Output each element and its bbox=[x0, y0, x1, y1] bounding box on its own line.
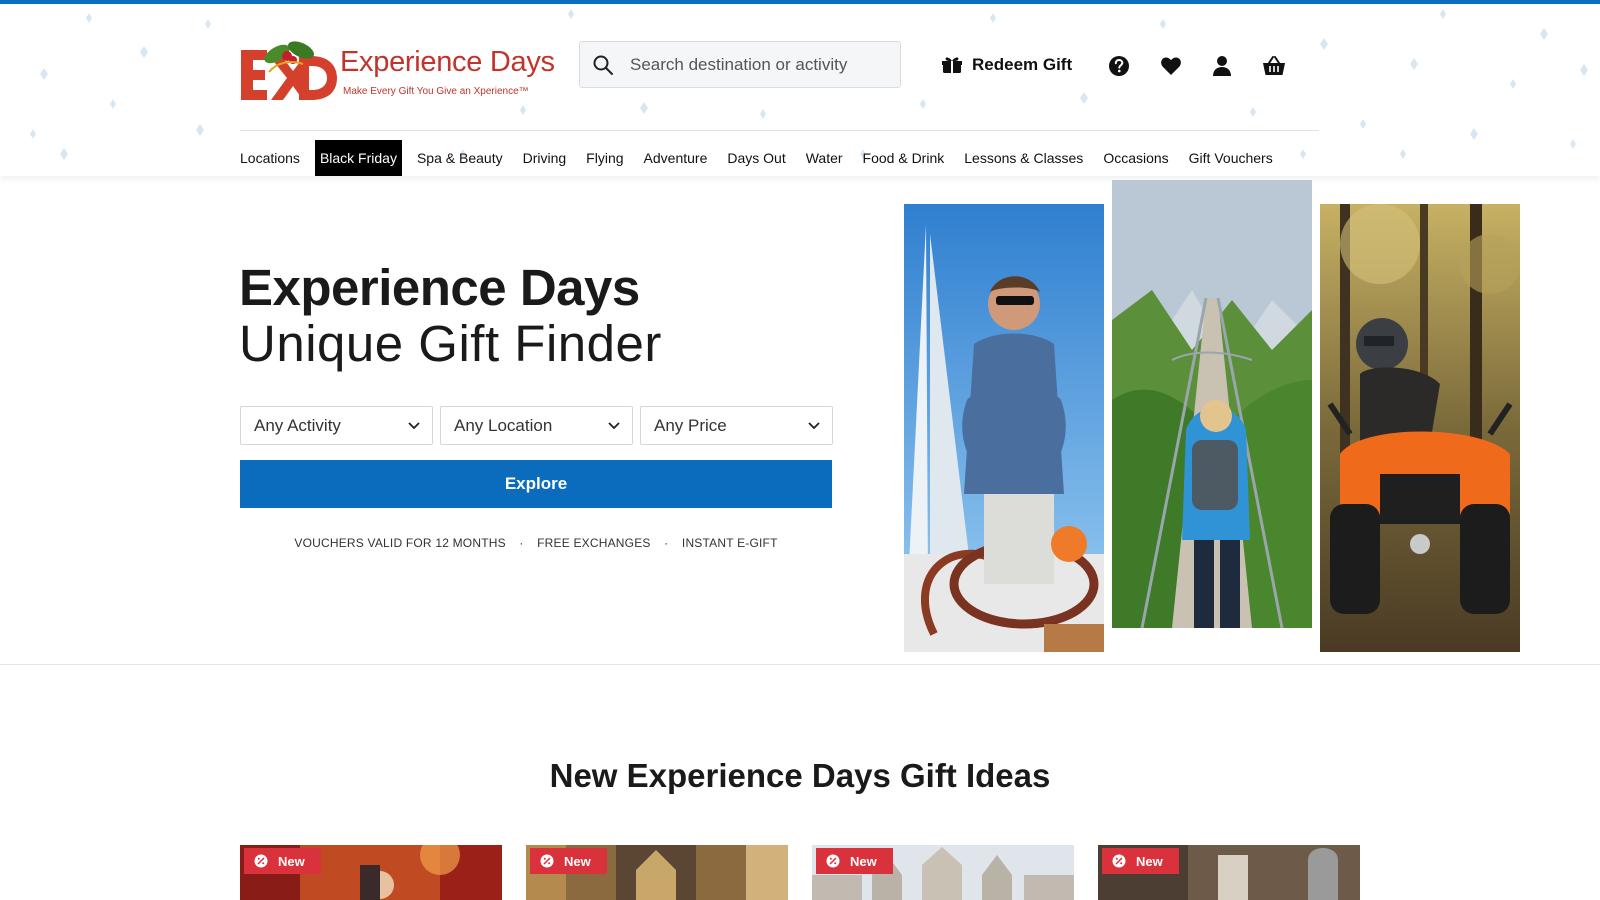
nav-item-driving[interactable]: Driving bbox=[518, 140, 572, 176]
search-input[interactable] bbox=[630, 42, 892, 87]
redeem-gift-button[interactable]: Redeem Gift bbox=[942, 52, 1072, 78]
discount-icon bbox=[826, 854, 840, 868]
main-nav: Locations Black Friday Spa & Beauty Driv… bbox=[240, 140, 1288, 176]
nav-item-locations[interactable]: Locations bbox=[240, 140, 305, 176]
activity-select-value: Any Activity bbox=[254, 416, 341, 435]
nav-item-food-drink[interactable]: Food & Drink bbox=[858, 140, 950, 176]
new-badge: New bbox=[816, 848, 893, 874]
new-badge: New bbox=[244, 848, 321, 874]
new-badge-label: New bbox=[1136, 853, 1163, 869]
location-select-value: Any Location bbox=[454, 416, 553, 435]
perks-strip: VOUCHERS VALID FOR 12 MONTHS · FREE EXCH… bbox=[240, 536, 832, 550]
chevron-down-icon bbox=[408, 422, 420, 430]
hero-subtitle: Unique Gift Finder bbox=[239, 315, 662, 372]
user-icon[interactable] bbox=[1210, 54, 1234, 78]
nav-item-flying[interactable]: Flying bbox=[581, 140, 628, 176]
gift-card[interactable]: New bbox=[526, 845, 788, 900]
hero-title: Experience Days bbox=[239, 259, 640, 316]
nav-item-water[interactable]: Water bbox=[801, 140, 848, 176]
search-box bbox=[579, 41, 901, 88]
nav-item-black-friday[interactable]: Black Friday bbox=[314, 140, 402, 176]
new-badge-label: New bbox=[278, 853, 305, 869]
nav-item-adventure[interactable]: Adventure bbox=[639, 140, 713, 176]
price-select[interactable]: Any Price bbox=[640, 406, 833, 445]
gift-card[interactable]: New bbox=[812, 845, 1074, 900]
discount-icon bbox=[1112, 854, 1126, 868]
help-icon[interactable] bbox=[1107, 54, 1131, 78]
gift-card[interactable]: New bbox=[240, 845, 502, 900]
section-divider bbox=[0, 664, 1600, 665]
new-badge-label: New bbox=[850, 853, 877, 869]
quad-bike-photo bbox=[1320, 204, 1520, 652]
sailing-photo bbox=[904, 204, 1104, 652]
gift-card[interactable]: New bbox=[1098, 845, 1360, 900]
chevron-down-icon bbox=[608, 422, 620, 430]
gift-ideas-title: New Experience Days Gift Ideas bbox=[549, 757, 1051, 794]
nav-item-gift-vouchers[interactable]: Gift Vouchers bbox=[1184, 140, 1278, 176]
nav-item-occasions[interactable]: Occasions bbox=[1098, 140, 1173, 176]
discount-icon bbox=[540, 854, 554, 868]
site-header: Experience Days Make Every Gift You Give… bbox=[0, 4, 1600, 176]
perk-instant-egift: INSTANT E-GIFT bbox=[681, 536, 778, 550]
perk-vouchers-valid: VOUCHERS VALID FOR 12 MONTHS bbox=[294, 536, 506, 550]
heart-icon[interactable] bbox=[1159, 54, 1183, 78]
location-select[interactable]: Any Location bbox=[440, 406, 633, 445]
new-badge: New bbox=[530, 848, 607, 874]
chevron-down-icon bbox=[808, 422, 820, 430]
nav-item-lessons-classes[interactable]: Lessons & Classes bbox=[959, 140, 1088, 176]
new-badge-label: New bbox=[564, 853, 591, 869]
perk-free-exchanges: FREE EXCHANGES bbox=[537, 536, 651, 550]
nav-item-days-out[interactable]: Days Out bbox=[722, 140, 790, 176]
site-logo[interactable]: Experience Days Make Every Gift You Give… bbox=[239, 28, 559, 106]
nav-item-spa-beauty[interactable]: Spa & Beauty bbox=[412, 140, 508, 176]
redeem-gift-label: Redeem Gift bbox=[972, 55, 1073, 74]
discount-icon bbox=[254, 854, 268, 868]
logo-tagline: Make Every Gift You Give an Xperience™ bbox=[343, 86, 529, 97]
search-icon[interactable] bbox=[592, 54, 614, 76]
perk-separator: · bbox=[664, 536, 669, 550]
new-badge: New bbox=[1102, 848, 1179, 874]
gift-box-icon bbox=[942, 57, 962, 73]
logo-wordmark: Experience Days bbox=[340, 46, 555, 78]
basket-icon[interactable] bbox=[1262, 54, 1286, 78]
header-divider bbox=[240, 130, 1319, 131]
logo-emblem-icon bbox=[241, 41, 337, 100]
explore-button[interactable]: Explore bbox=[240, 460, 832, 508]
activity-select[interactable]: Any Activity bbox=[240, 406, 433, 445]
mountain-bridge-photo bbox=[1112, 180, 1312, 628]
price-select-value: Any Price bbox=[654, 416, 727, 435]
perk-separator: · bbox=[519, 536, 524, 550]
